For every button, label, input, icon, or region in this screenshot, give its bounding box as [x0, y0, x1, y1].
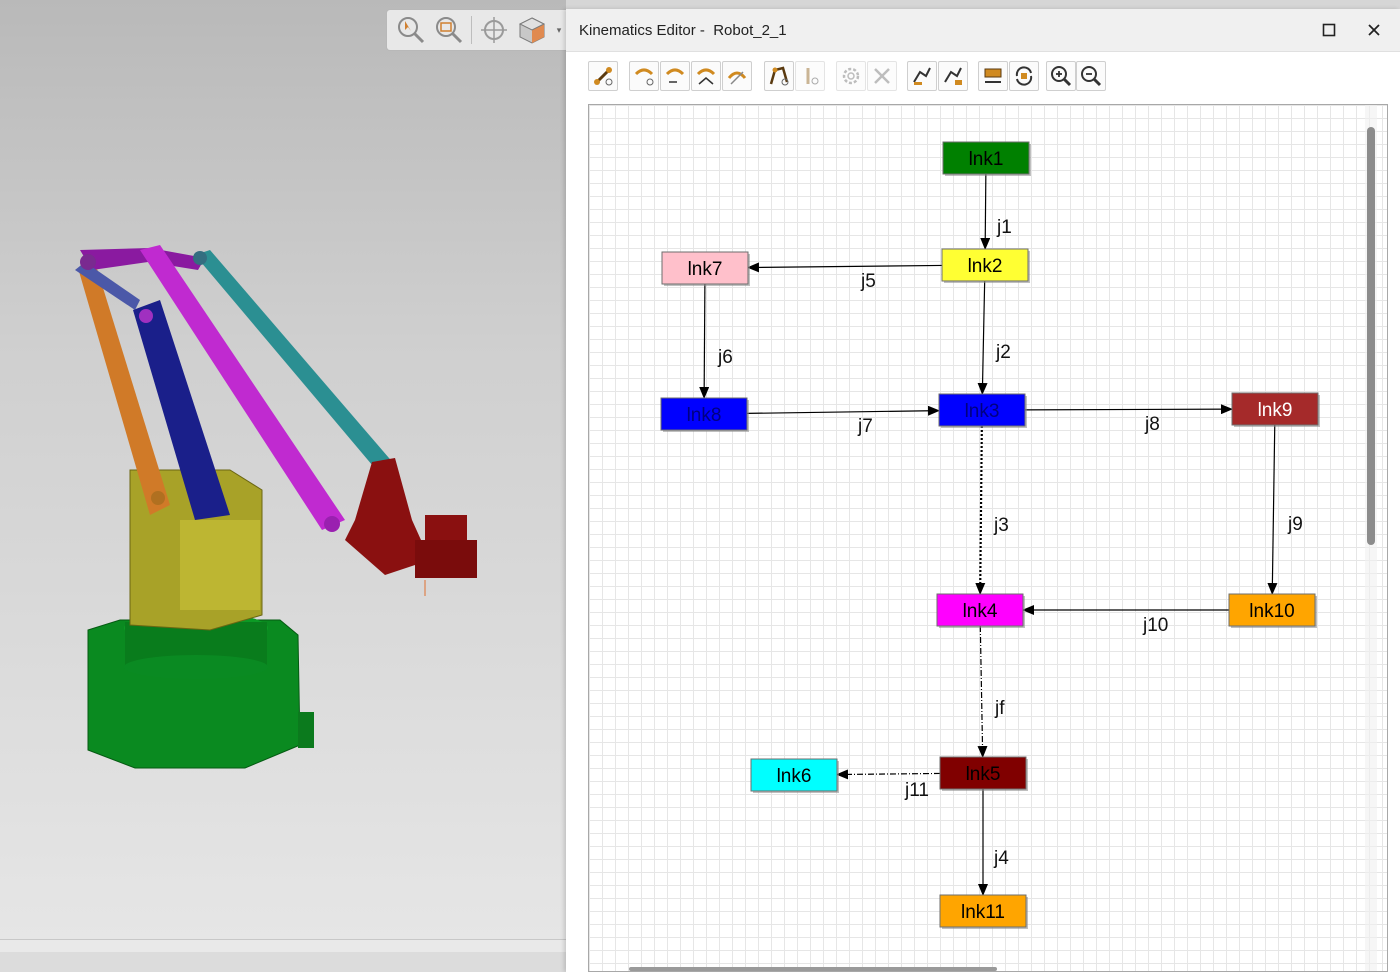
settings-icon[interactable] — [836, 61, 866, 91]
joint-edge-j3[interactable] — [975, 425, 986, 595]
joint-edge-j7[interactable] — [746, 405, 940, 416]
link-node-lnk7[interactable]: lnk7 — [661, 251, 750, 286]
link-node-lnk10[interactable]: lnk10 — [1228, 593, 1317, 628]
link-node-lnk1[interactable]: lnk1 — [942, 141, 1031, 176]
link-node-lnk5[interactable]: lnk5 — [939, 756, 1028, 791]
joint-dependency-icon[interactable] — [722, 61, 752, 91]
link-label-lnk2: lnk2 — [968, 256, 1003, 277]
set-base-icon[interactable] — [907, 61, 937, 91]
kinematics-editor-window: Kinematics Editor - Robot_2_1 j1 j5 j2 j… — [566, 9, 1400, 972]
joint-edge-jf[interactable] — [977, 625, 988, 758]
joint-label-j3: j3 — [993, 515, 1009, 536]
link-label-lnk6: lnk6 — [777, 766, 812, 787]
open-chain-icon[interactable] — [978, 61, 1008, 91]
link-label-lnk7: lnk7 — [688, 259, 723, 280]
create-link-icon[interactable] — [588, 61, 618, 91]
view-toolbar: ▾ — [386, 9, 566, 51]
link-label-lnk8: lnk8 — [687, 405, 722, 426]
zoom-in-icon[interactable] — [1046, 61, 1076, 91]
link-node-lnk4[interactable]: lnk4 — [936, 593, 1025, 628]
joint-label-j11: j11 — [904, 780, 929, 801]
joint-label-j2: j2 — [995, 342, 1011, 363]
horizontal-scrollbar[interactable] — [629, 967, 997, 971]
joint-label-j1: j1 — [996, 217, 1012, 238]
fit-target-icon[interactable] — [478, 14, 510, 46]
link-node-lnk6[interactable]: lnk6 — [750, 758, 839, 793]
link-node-lnk3[interactable]: lnk3 — [938, 393, 1027, 428]
crank-icon[interactable] — [764, 61, 794, 91]
title-bar[interactable]: Kinematics Editor - Robot_2_1 — [566, 9, 1400, 52]
link-label-lnk4: lnk4 — [963, 601, 998, 622]
link-label-lnk11: lnk11 — [961, 902, 1005, 923]
refresh-layout-icon[interactable] — [1009, 61, 1039, 91]
link-node-lnk9[interactable]: lnk9 — [1231, 392, 1320, 427]
edit-joint-icon[interactable] — [660, 61, 690, 91]
select-zoom-icon[interactable] — [395, 14, 427, 46]
zoom-out-icon[interactable] — [1076, 61, 1106, 91]
joint-label-jf: jf — [994, 698, 1005, 719]
link-node-lnk8[interactable]: lnk8 — [660, 397, 749, 432]
viewport-statusbar — [0, 952, 566, 972]
joint-edge-j11[interactable] — [836, 769, 941, 780]
view-dropdown-icon[interactable]: ▾ — [554, 14, 564, 46]
zoom-window-icon[interactable] — [433, 14, 465, 46]
link-label-lnk3: lnk3 — [965, 401, 1000, 422]
window-title: Kinematics Editor - Robot_2_1 — [579, 22, 787, 39]
joint-edge-j2[interactable] — [977, 280, 988, 395]
joint-limits-icon[interactable] — [691, 61, 721, 91]
kinematics-graph: j1 j5 j2 j6 j7 j8 j3 j9 j10 jf j11 j4 lnk1 lnk2 lnk7 ln… — [660, 141, 1320, 929]
close-icon[interactable] — [1359, 17, 1389, 43]
kinematics-graph-canvas[interactable]: j1 j5 j2 j6 j7 j8 j3 j9 j10 jf j11 j4 lnk1 lnk2 lnk7 ln… — [588, 104, 1388, 972]
link-label-lnk1: lnk1 — [969, 149, 1004, 170]
joint-edge-j8[interactable] — [1024, 404, 1233, 415]
joint-label-j8: j8 — [1144, 414, 1160, 435]
link-node-lnk2[interactable]: lnk2 — [941, 248, 1030, 283]
view-cube-icon[interactable] — [516, 14, 548, 46]
link-node-lnk11[interactable]: lnk11 — [939, 894, 1028, 929]
robot-model[interactable] — [0, 0, 566, 972]
joint-label-j10: j10 — [1142, 615, 1168, 636]
joint-edge-j1[interactable] — [980, 173, 991, 250]
link-label-lnk5: lnk5 — [966, 764, 1001, 785]
joint-edge-j5[interactable] — [747, 262, 943, 273]
link-label-lnk9: lnk9 — [1258, 400, 1293, 421]
joint-edge-j6[interactable] — [699, 283, 710, 399]
joint-label-j7: j7 — [857, 416, 873, 437]
set-zero-icon[interactable] — [795, 61, 825, 91]
link-label-lnk10: lnk10 — [1249, 601, 1294, 622]
joint-label-j9: j9 — [1287, 514, 1303, 535]
joint-edge-j9[interactable] — [1267, 424, 1278, 595]
toolbar-separator — [471, 16, 472, 44]
viewport-scrollbar[interactable] — [0, 939, 566, 952]
joint-label-j6: j6 — [717, 347, 733, 368]
editor-toolbar — [588, 61, 1388, 93]
joint-label-j5: j5 — [860, 271, 876, 292]
vertical-scrollbar[interactable] — [1367, 127, 1375, 545]
create-joint-icon[interactable] — [629, 61, 659, 91]
3d-viewport[interactable] — [0, 0, 566, 972]
maximize-icon[interactable] — [1314, 17, 1344, 43]
delete-icon[interactable] — [867, 61, 897, 91]
joint-label-j4: j4 — [993, 848, 1009, 869]
set-tool-icon[interactable] — [938, 61, 968, 91]
